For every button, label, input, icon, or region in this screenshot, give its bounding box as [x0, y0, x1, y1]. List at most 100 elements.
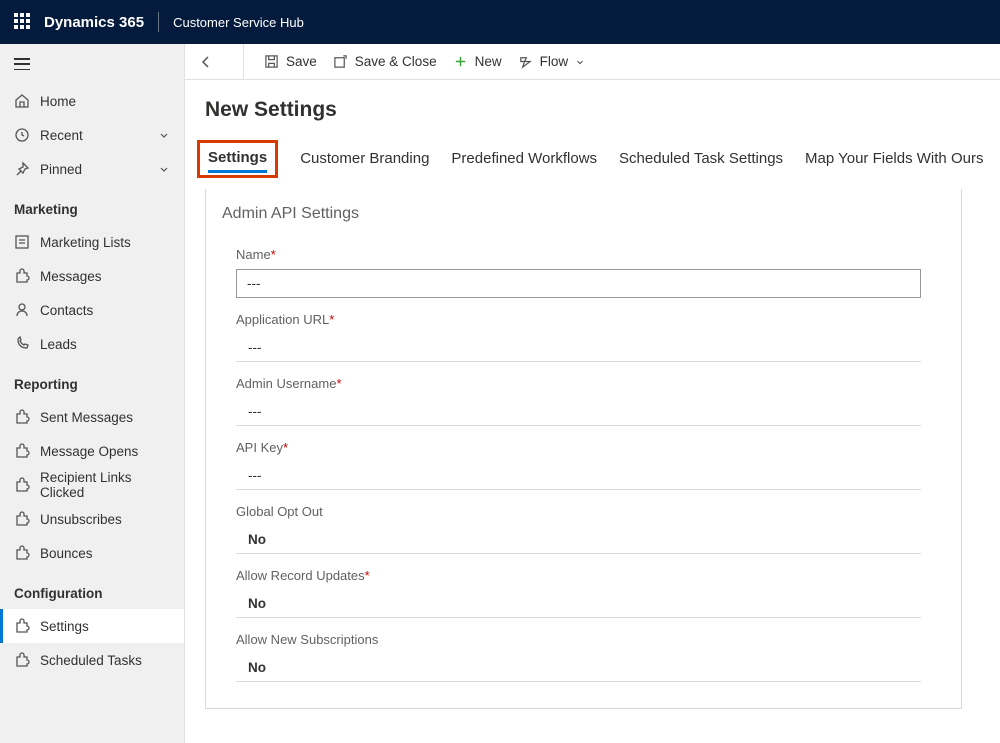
group-title-reporting: Reporting: [0, 361, 184, 400]
field-value[interactable]: ---: [236, 462, 921, 490]
nav-leads[interactable]: Leads: [0, 327, 184, 361]
app-topbar: Dynamics 365 Customer Service Hub: [0, 0, 1000, 44]
new-label: New: [475, 54, 502, 69]
list-icon: [14, 234, 30, 250]
field-label: API Key*: [236, 440, 921, 455]
field-value[interactable]: ---: [236, 334, 921, 362]
back-button[interactable]: [195, 54, 217, 70]
chevron-down-icon: [575, 57, 585, 67]
new-button[interactable]: New: [453, 54, 502, 69]
puzzle-icon: [14, 618, 30, 634]
nav-item-label: Recipient Links Clicked: [40, 470, 170, 500]
group-title-marketing: Marketing: [0, 186, 184, 225]
puzzle-icon: [14, 545, 30, 561]
puzzle-icon: [14, 443, 30, 459]
nav-item-label: Settings: [40, 619, 170, 634]
save-label: Save: [286, 54, 317, 69]
tab-predefined-workflows[interactable]: Predefined Workflows: [451, 150, 597, 178]
field-label: Admin Username*: [236, 376, 921, 391]
nav-settings[interactable]: Settings: [0, 609, 184, 643]
app-name: Customer Service Hub: [173, 15, 304, 30]
field-name: Name*: [206, 247, 961, 298]
cmdbar-divider: [243, 44, 244, 80]
pin-icon: [14, 161, 30, 177]
field-allow-new-subscriptions: Allow New Subscriptions No: [206, 632, 961, 682]
field-label: Allow New Subscriptions: [236, 632, 921, 647]
nav-item-label: Leads: [40, 337, 170, 352]
nav-messages[interactable]: Messages: [0, 259, 184, 293]
tab-bar: Settings Customer Branding Predefined Wo…: [185, 122, 1000, 189]
nav-item-label: Contacts: [40, 303, 170, 318]
nav-bounces[interactable]: Bounces: [0, 536, 184, 570]
field-value[interactable]: No: [236, 590, 921, 618]
nav-item-label: Marketing Lists: [40, 235, 170, 250]
nav-item-label: Messages: [40, 269, 170, 284]
nav-item-label: Message Opens: [40, 444, 170, 459]
clock-icon: [14, 127, 30, 143]
tab-settings[interactable]: Settings: [208, 149, 267, 173]
field-label: Allow Record Updates*: [236, 568, 921, 583]
page-title: New Settings: [185, 98, 1000, 122]
nav-item-label: Scheduled Tasks: [40, 653, 170, 668]
name-input[interactable]: [236, 269, 921, 298]
puzzle-icon: [14, 652, 30, 668]
nav-home-label: Home: [40, 94, 170, 109]
group-title-configuration: Configuration: [0, 570, 184, 609]
nav-marketing-lists[interactable]: Marketing Lists: [0, 225, 184, 259]
nav-sent-messages[interactable]: Sent Messages: [0, 400, 184, 434]
nav-item-label: Bounces: [40, 546, 170, 561]
nav-pinned-label: Pinned: [40, 162, 158, 177]
field-global-opt-out: Global Opt Out No: [206, 504, 961, 554]
save-button[interactable]: Save: [264, 54, 317, 69]
nav-item-label: Sent Messages: [40, 410, 170, 425]
puzzle-icon: [14, 268, 30, 284]
person-icon: [14, 302, 30, 318]
arrow-left-icon: [198, 54, 214, 70]
flow-button[interactable]: Flow: [518, 54, 586, 69]
nav-scheduled-tasks[interactable]: Scheduled Tasks: [0, 643, 184, 677]
field-admin-username: Admin Username* ---: [206, 376, 961, 426]
puzzle-icon: [14, 409, 30, 425]
field-api-key: API Key* ---: [206, 440, 961, 490]
plus-icon: [453, 54, 468, 69]
field-value[interactable]: No: [236, 526, 921, 554]
flow-icon: [518, 54, 533, 69]
nav-recipient-links[interactable]: Recipient Links Clicked: [0, 468, 184, 502]
sidebar: Home Recent Pinned Marketing Marketing L…: [0, 44, 185, 743]
puzzle-icon: [14, 511, 30, 527]
app-launcher-icon[interactable]: [14, 13, 32, 31]
save-close-label: Save & Close: [355, 54, 437, 69]
sidebar-toggle[interactable]: [0, 44, 184, 84]
nav-message-opens[interactable]: Message Opens: [0, 434, 184, 468]
section-title: Admin API Settings: [206, 205, 961, 233]
nav-recent-label: Recent: [40, 128, 158, 143]
tab-highlight-box: Settings: [197, 140, 278, 178]
home-icon: [14, 93, 30, 109]
brand-label: Dynamics 365: [44, 14, 158, 31]
save-close-button[interactable]: Save & Close: [333, 54, 437, 69]
nav-unsubscribes[interactable]: Unsubscribes: [0, 502, 184, 536]
chevron-down-icon: [158, 129, 170, 141]
nav-recent[interactable]: Recent: [0, 118, 184, 152]
phone-icon: [14, 336, 30, 352]
main-content: Save Save & Close New Flow New Settings …: [185, 44, 1000, 743]
save-close-icon: [333, 54, 348, 69]
chevron-down-icon: [158, 163, 170, 175]
hamburger-icon: [14, 58, 30, 70]
field-label: Application URL*: [236, 312, 921, 327]
field-application-url: Application URL* ---: [206, 312, 961, 362]
field-allow-record-updates: Allow Record Updates* No: [206, 568, 961, 618]
field-value[interactable]: No: [236, 654, 921, 682]
field-value[interactable]: ---: [236, 398, 921, 426]
nav-item-label: Unsubscribes: [40, 512, 170, 527]
puzzle-icon: [14, 477, 30, 493]
nav-pinned[interactable]: Pinned: [0, 152, 184, 186]
flow-label: Flow: [540, 54, 569, 69]
tab-customer-branding[interactable]: Customer Branding: [300, 150, 429, 178]
nav-contacts[interactable]: Contacts: [0, 293, 184, 327]
topbar-divider: [158, 12, 159, 32]
tab-map-fields[interactable]: Map Your Fields With Ours: [805, 150, 983, 178]
nav-home[interactable]: Home: [0, 84, 184, 118]
field-label: Global Opt Out: [236, 504, 921, 519]
tab-scheduled-task-settings[interactable]: Scheduled Task Settings: [619, 150, 783, 178]
